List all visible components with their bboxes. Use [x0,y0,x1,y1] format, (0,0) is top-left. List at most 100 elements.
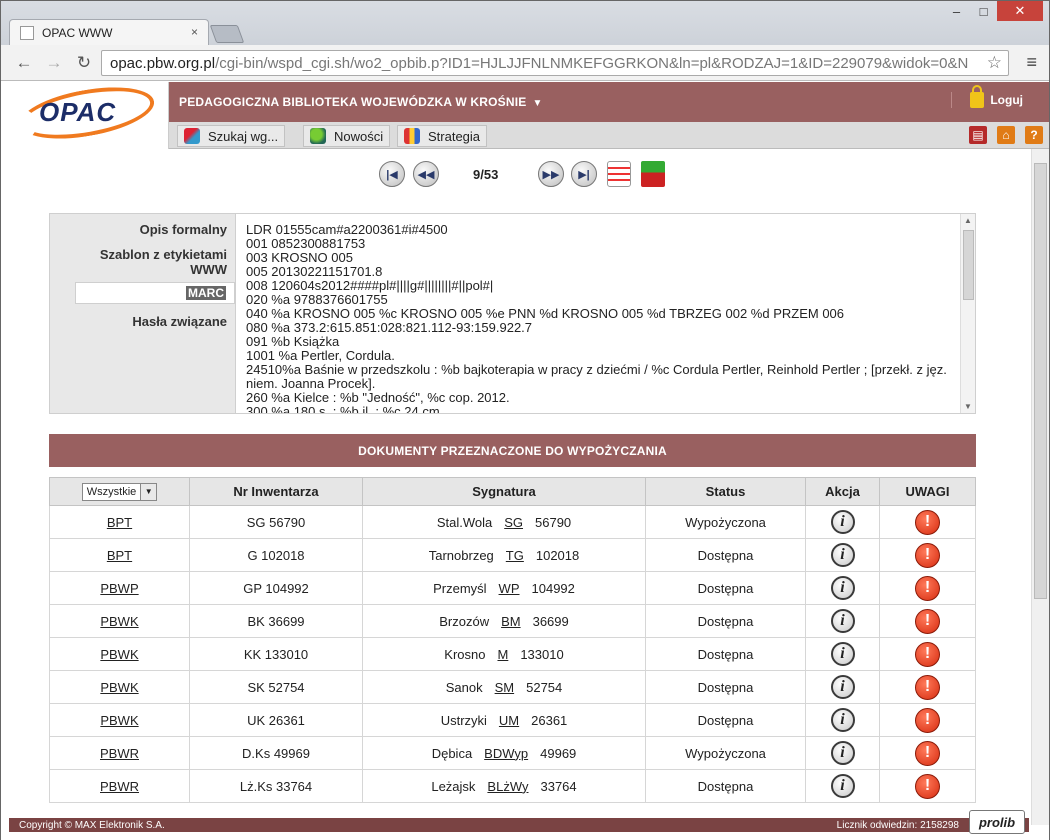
branch-link[interactable]: PBWP [100,581,138,596]
warning-icon[interactable]: ! [915,773,940,799]
warning-icon[interactable]: ! [915,674,940,700]
marc-scroll-thumb[interactable] [963,230,974,300]
record-view-options: Opis formalny Szablon z etykietami WWW M… [50,214,235,413]
browser-menu-icon[interactable]: ≡ [1026,52,1037,73]
prev-record-button[interactable]: ◀◀ [413,161,439,187]
signature-cell: Tarnobrzeg TG 102018 [362,538,646,572]
browser-tab[interactable]: OPAC WWW × [9,19,209,45]
bookshelf-icon[interactable]: ▤ [969,126,987,144]
branch-link[interactable]: PBWR [100,779,139,794]
bookmark-star-icon[interactable]: ☆ [987,53,1002,73]
branch-link[interactable]: PBWK [100,614,138,629]
branch-filter-select[interactable]: Wszystkie ▼ [81,482,158,501]
signature-code-link[interactable]: SM [495,680,515,695]
signature-place: Sanok [445,679,483,695]
branch-cell: BPT [49,505,190,539]
visit-counter-label: Licznik odwiedzin: [836,819,918,831]
scroll-up-icon[interactable]: ▲ [964,216,972,225]
warning-icon[interactable]: ! [915,509,940,535]
remarks-cell: ! [879,604,976,638]
address-bar[interactable]: opac.pbw.org.pl/cgi-bin/wspd_cgi.sh/wo2_… [101,50,1009,76]
export-list-icon[interactable] [607,161,631,187]
signature-cell: Ustrzyki UM 26361 [362,703,646,737]
tab-search-label: Szukaj wg... [208,128,279,144]
signature-code-link[interactable]: BLżWy [487,779,528,794]
minimize-button[interactable]: – [943,1,970,21]
prolib-logo[interactable]: prolib [969,810,1025,834]
signature-code-link[interactable]: SG [504,515,523,530]
forward-arrow-icon[interactable]: → [43,53,65,73]
signature-code-link[interactable]: WP [499,581,520,596]
home-icon[interactable]: ⌂ [997,126,1015,144]
back-arrow-icon[interactable]: ← [13,53,35,73]
info-icon[interactable]: i [830,774,855,798]
warning-icon[interactable]: ! [915,641,940,667]
page-scrollbar[interactable] [1031,149,1049,825]
signature-code-link[interactable]: BM [501,614,521,629]
column-action: Akcja [805,477,880,506]
option-formal-description[interactable]: Opis formalny [140,222,227,237]
column-signature: Sygnatura [362,477,646,506]
table-header-row: Wszystkie ▼ Nr Inwentarza Sygnatura Stat… [49,477,976,506]
option-marc-selected[interactable]: MARC [75,282,235,304]
branch-link[interactable]: PBWK [100,647,138,662]
info-icon[interactable]: i [830,510,855,534]
status-cell: Dostępna [645,637,806,671]
signature-code-link[interactable]: UM [499,713,519,728]
signature-code-link[interactable]: M [497,647,508,662]
info-icon[interactable]: i [830,642,855,666]
new-tab-button[interactable] [209,25,245,43]
warning-icon[interactable]: ! [915,707,940,733]
option-related-headings[interactable]: Hasła związane [132,314,227,329]
branch-link[interactable]: BPT [107,548,132,563]
info-icon[interactable]: i [830,576,855,600]
library-selector[interactable]: PEDAGOGICZNA BIBLIOTEKA WOJEWÓDZKA W KRO… [179,95,543,109]
warning-icon[interactable]: ! [915,542,940,568]
option-www-template[interactable]: Szablon z etykietami WWW [67,247,227,277]
marc-line: 260 %a Kielce : %b "Jedność", %c cop. 20… [246,390,510,405]
info-icon[interactable]: i [830,543,855,567]
remarks-cell: ! [879,703,976,737]
title-bar: OPAC WWW × – □ ✕ [1,1,1049,45]
branch-cell: PBWP [49,571,190,605]
footer-bar: Copyright © MAX Elektronik S.A. Licznik … [9,818,1029,832]
marc-scrollbar[interactable]: ▲ ▼ [960,214,975,413]
signature-code-link[interactable]: TG [506,548,524,563]
remarks-cell: ! [879,505,976,539]
scroll-down-icon[interactable]: ▼ [964,402,972,411]
info-icon[interactable]: i [830,741,855,765]
warning-icon[interactable]: ! [915,575,940,601]
marc-line: 040 %a KROSNO 005 %c KROSNO 005 %e PNN %… [246,306,845,321]
warning-icon[interactable]: ! [915,740,940,766]
signature-number: 33764 [540,778,577,794]
maximize-button[interactable]: □ [970,1,997,21]
marc-line: 020 %a 9788376601755 [246,292,388,307]
branch-link[interactable]: PBWK [100,713,138,728]
tab-close-icon[interactable]: × [191,25,198,39]
branch-link[interactable]: BPT [107,515,132,530]
info-icon[interactable]: i [830,708,855,732]
tab-search[interactable]: Szukaj wg... [177,125,286,147]
help-icon[interactable]: ? [1025,126,1043,144]
opac-logo[interactable]: OPAC [1,82,169,149]
warning-icon[interactable]: ! [915,608,940,634]
tab-news[interactable]: Nowości [303,125,391,147]
close-window-button[interactable]: ✕ [997,1,1043,21]
branch-link[interactable]: PBWR [100,746,139,761]
tab-strategy[interactable]: Strategia [397,125,488,147]
branch-link[interactable]: PBWK [100,680,138,695]
reload-icon[interactable]: ↻ [73,53,95,73]
signature-number: 133010 [520,646,564,662]
search-book-icon [184,128,200,144]
last-record-button[interactable]: ▶| [571,161,597,187]
info-icon[interactable]: i [830,675,855,699]
signature-code-link[interactable]: BDWyp [484,746,528,761]
login-button[interactable]: Loguj [951,85,1023,108]
signature-cell: Przemyśl WP 104992 [362,571,646,605]
visit-counter: Licznik odwiedzin: 2158298 [837,820,959,831]
next-record-button[interactable]: ▶▶ [538,161,564,187]
add-to-basket-icon[interactable] [641,161,665,187]
first-record-button[interactable]: |◀ [379,161,405,187]
page-scroll-thumb[interactable] [1034,163,1047,599]
info-icon[interactable]: i [830,609,855,633]
